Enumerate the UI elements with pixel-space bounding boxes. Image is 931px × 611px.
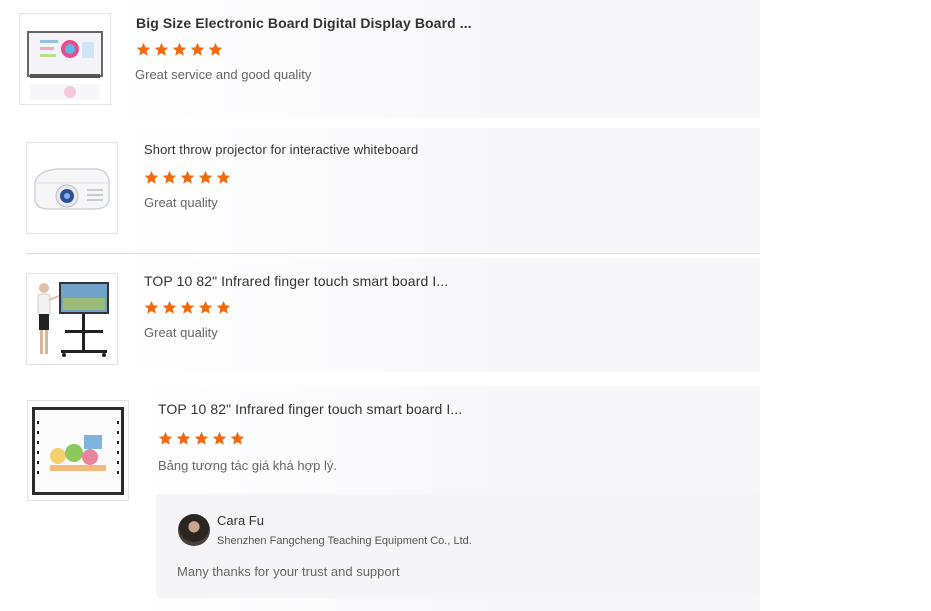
star-icon	[194, 431, 209, 446]
digital-display-board-image	[27, 31, 103, 100]
star-icon	[180, 300, 195, 315]
reply-text: Many thanks for your trust and support	[177, 564, 400, 579]
star-icon	[216, 300, 231, 315]
avatar	[178, 514, 210, 546]
product-title[interactable]: Short throw projector for interactive wh…	[144, 142, 418, 157]
star-icon	[162, 170, 177, 185]
star-icon	[144, 300, 159, 315]
product-thumbnail[interactable]	[26, 273, 118, 365]
star-icon	[176, 431, 191, 446]
reply-author-name: Cara Fu	[217, 513, 264, 528]
star-icon	[180, 170, 195, 185]
star-rating	[144, 170, 231, 185]
star-icon	[212, 431, 227, 446]
product-title[interactable]: TOP 10 82" Infrared finger touch smart b…	[144, 273, 448, 289]
star-rating	[144, 300, 231, 315]
star-icon	[198, 300, 213, 315]
whiteboard-image	[32, 407, 124, 495]
star-icon	[208, 42, 223, 57]
star-icon	[172, 42, 187, 57]
star-rating	[136, 42, 223, 57]
smart-board-stand-image	[37, 282, 109, 357]
star-icon	[198, 170, 213, 185]
review-comment: Great service and good quality	[135, 67, 312, 82]
star-icon	[216, 170, 231, 185]
product-thumbnail[interactable]	[19, 13, 111, 105]
star-icon	[190, 42, 205, 57]
reply-company: Shenzhen Fangcheng Teaching Equipment Co…	[217, 535, 472, 547]
star-icon	[154, 42, 169, 57]
review-comment: Great quality	[144, 325, 218, 340]
seller-reply: Cara Fu Shenzhen Fangcheng Teaching Equi…	[156, 494, 760, 598]
product-title[interactable]: TOP 10 82" Infrared finger touch smart b…	[158, 401, 462, 417]
projector-image	[34, 168, 110, 210]
product-title[interactable]: Big Size Electronic Board Digital Displa…	[136, 15, 472, 31]
product-thumbnail[interactable]	[27, 400, 129, 501]
star-icon	[144, 170, 159, 185]
star-icon	[158, 431, 173, 446]
star-icon	[162, 300, 177, 315]
product-thumbnail[interactable]	[26, 142, 118, 234]
star-icon	[136, 42, 151, 57]
star-rating	[158, 431, 245, 446]
review-comment: Bảng tương tác giá khá hợp lý.	[158, 458, 337, 473]
star-icon	[230, 431, 245, 446]
review-comment: Great quality	[144, 195, 218, 210]
divider	[26, 253, 760, 254]
